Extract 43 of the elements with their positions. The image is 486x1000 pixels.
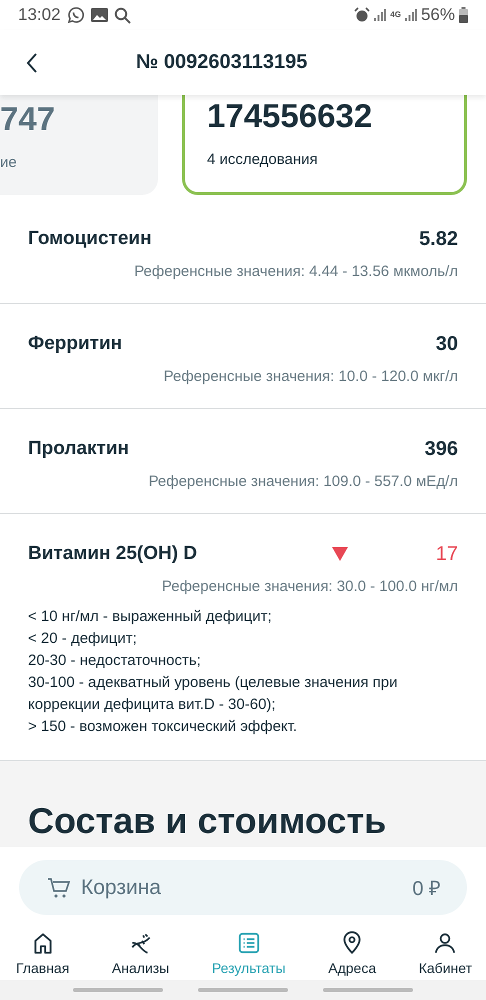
reference-range: Референсные значения: 4.44 - 13.56 мкмоль/л — [133, 263, 458, 281]
note-line: < 20 - дефицит; — [28, 629, 138, 649]
note-line: 20-30 - недостаточность; — [28, 651, 202, 671]
reference-range: Референсные значения: 30.0 - 100.0 нг/мл — [160, 578, 458, 596]
test-name: Пролактин — [28, 438, 130, 460]
cart-icon — [47, 876, 71, 898]
nav-tab[interactable]: Анализы — [106, 930, 176, 980]
image-icon — [90, 8, 108, 22]
alarm-icon — [354, 7, 370, 23]
search-icon — [114, 6, 131, 24]
test-name: Гомоцистеин — [28, 228, 152, 250]
note-line: 30-100 - адекватный уровень (целевые значения при коррекции дефицита вит.D - 30-60); — [28, 673, 398, 715]
note-line: < 10 нг/мл - выраженный дефицит; — [28, 607, 273, 627]
nav-tab[interactable]: Главная — [10, 930, 76, 980]
note-line: > 150 - возможен токсический эффект. — [28, 717, 298, 737]
nav-tab[interactable]: Кабинет — [412, 930, 478, 980]
reference-range: Референсные значения: 10.0 - 120.0 мкг/л — [162, 368, 458, 386]
test-value: 30 — [436, 332, 458, 356]
summary-card[interactable]: 174556632 4 исследования — [182, 95, 467, 195]
test-value: 5.82 — [419, 228, 458, 250]
signal-icon — [374, 8, 386, 22]
reference-range: Референсные значения: 109.0 - 557.0 мЕд/л — [148, 473, 458, 491]
test-name: Ферритин — [28, 333, 122, 355]
nav-tab[interactable]: Адреса — [322, 930, 382, 980]
network-type: 4G — [390, 11, 401, 19]
section-title: Состав и стоимость — [28, 799, 388, 843]
cart-total: 0 ₽ — [412, 877, 441, 901]
test-value: 396 — [424, 438, 458, 460]
back-icon — [26, 52, 38, 72]
card-caption: 4 исследования — [207, 151, 319, 168]
card-number: 747 — [0, 100, 56, 138]
summary-card[interactable]: 747 ие — [0, 95, 158, 195]
signal-icon — [404, 8, 417, 22]
chat-icon — [66, 6, 85, 24]
card-number: 174556632 — [207, 97, 374, 135]
order-number: № 0092603113195 — [136, 51, 308, 74]
card-caption: ие — [0, 154, 18, 171]
clock-time: 13:02 — [18, 5, 61, 25]
battery-icon — [459, 7, 468, 23]
test-value: 17 — [436, 542, 458, 566]
cart-button[interactable]: Корзина 0 ₽ — [19, 860, 467, 915]
battery-level: 56% — [420, 5, 455, 25]
test-name: Витамин 25(OH) D — [28, 543, 198, 565]
